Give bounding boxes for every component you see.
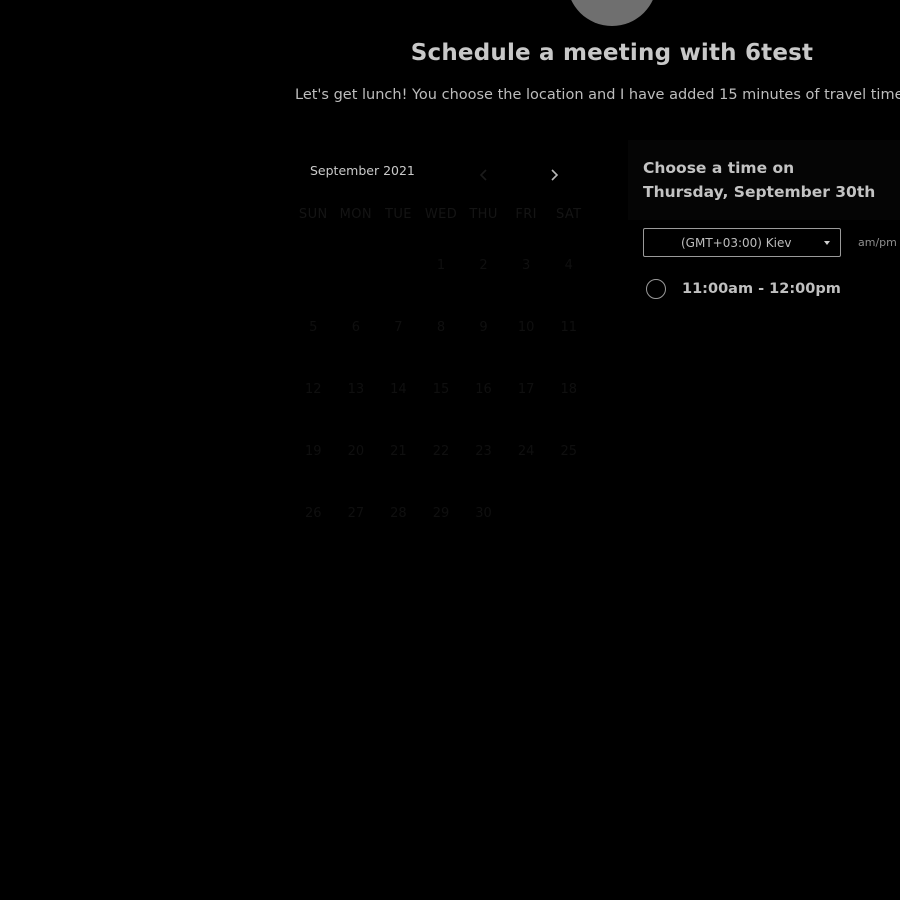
calendar-day[interactable]: 23	[462, 420, 505, 482]
page-title: Schedule a meeting with 6test	[410, 40, 814, 66]
calendar-day[interactable]: 19	[292, 420, 335, 482]
chevron-left-icon	[479, 169, 487, 181]
calendar-day[interactable]: 11	[547, 296, 590, 358]
calendar-day[interactable]: 10	[505, 296, 548, 358]
weekday-label: FRI	[515, 207, 537, 222]
chevron-right-icon	[551, 169, 559, 181]
weekday-label: SAT	[555, 207, 582, 222]
weekday-label: THU	[469, 207, 498, 222]
calendar-days-grid: 1 2 3 4 5 6 7 8 9 10 11 12 13 14 15 16 17 18 19 20 21 22 23 24 2…	[292, 234, 590, 544]
calendar-day[interactable]: 6	[335, 296, 378, 358]
calendar-day[interactable]: 26	[292, 482, 335, 544]
calendar-day[interactable]: 17	[505, 358, 548, 420]
calendar-empty-cell	[292, 234, 335, 296]
calendar-day[interactable]: 5	[292, 296, 335, 358]
timezone-select[interactable]: (GMT+03:00) Kiev	[643, 228, 841, 257]
calendar-empty-cell	[335, 234, 378, 296]
calendar-day[interactable]: 12	[292, 358, 335, 420]
weekday-label: MON	[339, 207, 373, 222]
previous-month-button[interactable]	[474, 164, 494, 186]
caret-down-icon	[824, 241, 830, 245]
calendar-empty-cell	[547, 482, 590, 544]
calendar-day[interactable]: 8	[420, 296, 463, 358]
radio-icon[interactable]	[646, 279, 666, 299]
calendar-day[interactable]: 9	[462, 296, 505, 358]
calendar-day[interactable]: 25	[547, 420, 590, 482]
choose-time-heading: Choose a time on Thursday, September 30t…	[643, 159, 876, 201]
next-month-button[interactable]	[544, 164, 564, 186]
calendar-day[interactable]: 24	[505, 420, 548, 482]
calendar-weekday-header: SUN MON TUE WED THU FRI SAT	[292, 207, 590, 222]
time-format-toggle[interactable]: am/pm	[858, 236, 897, 249]
calendar-day[interactable]: 29	[420, 482, 463, 544]
timezone-value: (GMT+03:00) Kiev	[681, 236, 792, 250]
weekday-label: WED	[424, 207, 458, 222]
time-slot-option[interactable]: 11:00am - 12:00pm	[646, 277, 886, 301]
calendar-empty-cell	[377, 234, 420, 296]
weekday-label: TUE	[384, 207, 412, 222]
weekday-label: SUN	[298, 207, 328, 222]
calendar-day[interactable]: 7	[377, 296, 420, 358]
calendar-month-label: September 2021	[310, 163, 415, 178]
calendar-day[interactable]: 1	[420, 234, 463, 296]
scheduling-page: Schedule a meeting with 6test Let's get …	[0, 0, 900, 900]
calendar-day[interactable]: 20	[335, 420, 378, 482]
avatar	[567, 0, 657, 26]
calendar-day[interactable]: 27	[335, 482, 378, 544]
calendar-day[interactable]: 16	[462, 358, 505, 420]
calendar-day[interactable]: 28	[377, 482, 420, 544]
calendar-day[interactable]: 18	[547, 358, 590, 420]
calendar-day[interactable]: 3	[505, 234, 548, 296]
calendar-day[interactable]: 14	[377, 358, 420, 420]
page-description: Let's get lunch! You choose the location…	[295, 87, 900, 103]
calendar-day[interactable]: 21	[377, 420, 420, 482]
time-slot-label: 11:00am - 12:00pm	[682, 281, 841, 297]
calendar-empty-cell	[505, 482, 548, 544]
calendar-day[interactable]: 4	[547, 234, 590, 296]
calendar-day[interactable]: 2	[462, 234, 505, 296]
calendar-day[interactable]: 30	[462, 482, 505, 544]
calendar-day[interactable]: 22	[420, 420, 463, 482]
calendar-day[interactable]: 13	[335, 358, 378, 420]
calendar-day[interactable]: 15	[420, 358, 463, 420]
